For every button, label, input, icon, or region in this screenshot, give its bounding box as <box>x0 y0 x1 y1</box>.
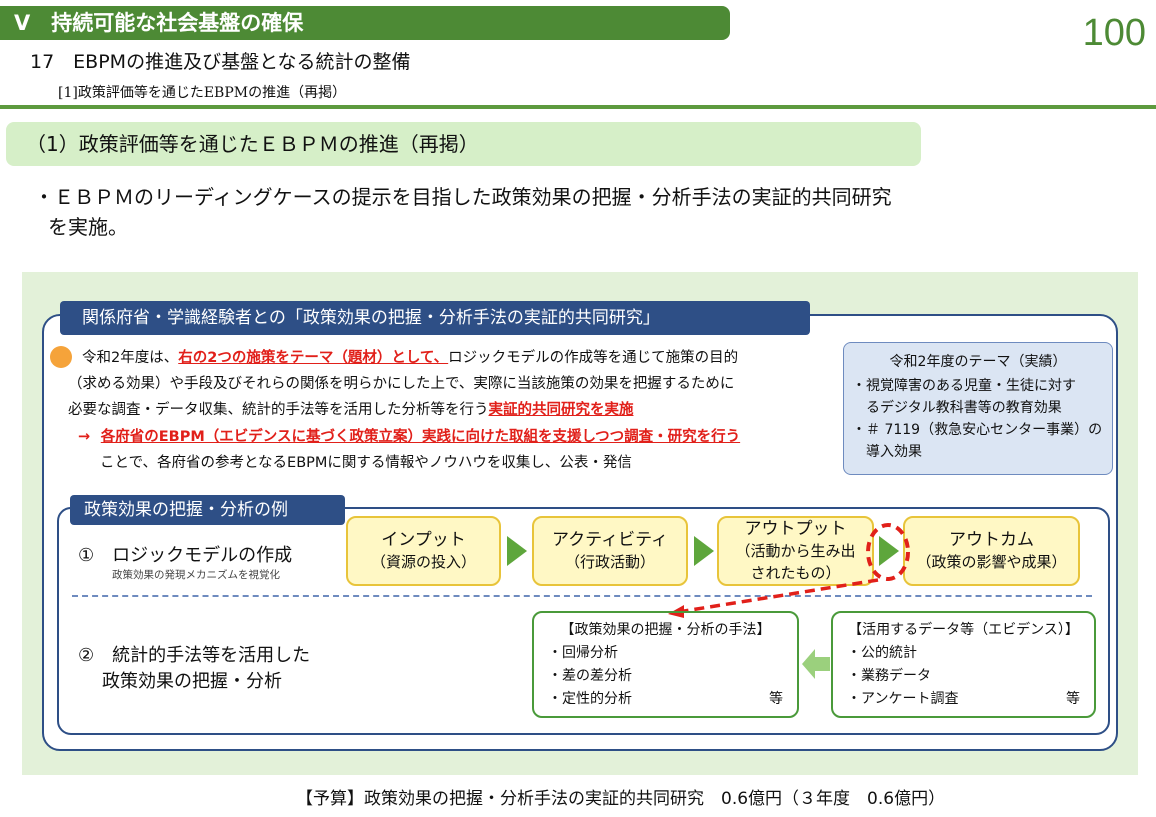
para-line-5: ことで、各府省の参考となるEBPMに関する情報やノウハウを収集し、公表・発信 <box>100 455 632 471</box>
theme-line: ・視覚障害のある児童・生徒に対す <box>852 378 1076 394</box>
outcome-link-arrow-icon <box>668 523 910 618</box>
data-title: 【活用するデータ等（エビデンス）】 <box>848 622 1079 638</box>
para-line-2: （求める効果）や手段及びそれらの関係を明らかにした上で、実際に当該施策の効果を把… <box>68 376 735 392</box>
left-arrow-icon <box>802 649 830 679</box>
logic-model-label: ① ロジックモデルの作成 <box>78 545 293 566</box>
methods-etc: 等 <box>769 691 783 707</box>
theme-line: ・＃ 7119（救急安心センター事業）の <box>852 422 1103 438</box>
section-divider <box>72 595 1092 597</box>
para-highlight: 各府省のEBPM（エビデンスに基づく政策立案）実践に向けた取組を支援しつつ調査・… <box>100 429 741 445</box>
subtitle: 17 EBPMの推進及び基盤となる統計の整備 <box>30 51 411 73</box>
para-line-4: → 各府省のEBPM（エビデンスに基づく政策立案）実践に向けた取組を支援しつつ調… <box>78 426 740 448</box>
research-box-title: 関係府省・学識経験者との「政策効果の把握・分析手法の実証的共同研究」 <box>60 301 810 335</box>
data-item: ・業務データ <box>847 668 931 684</box>
theme-line: るデジタル教科書等の教育効果 <box>852 400 1062 416</box>
methods-title: 【政策効果の把握・分析の手法】 <box>560 622 771 638</box>
page-number: 100 <box>1082 12 1146 54</box>
para-line-1: 令和2年度は、右の2つの施策をテーマ（題材）として、ロジックモデルの作成等を通じ… <box>82 347 738 369</box>
item2-line: 政策効果の把握・分析 <box>102 671 282 692</box>
bullet-dot-icon <box>50 346 72 368</box>
data-item-row: ・アンケート調査 等 <box>847 688 1080 711</box>
right-arrow-icon: → <box>78 429 91 445</box>
statistical-analysis-label: ② 統計的手法等を活用した 政策効果の把握・分析 <box>78 643 310 695</box>
data-item: ・公的統計 <box>847 645 917 661</box>
theme-title: 令和2年度のテーマ（実績） <box>889 354 1067 370</box>
methods-box: 【政策効果の把握・分析の手法】 ・回帰分析 ・差の差分析 ・定性的分析 等 <box>532 611 799 718</box>
logic-model-caption: 政策効果の発現メカニズムを視覚化 <box>112 569 280 581</box>
data-box: 【活用するデータ等（エビデンス）】 ・公的統計 ・業務データ ・アンケート調査 … <box>831 611 1096 718</box>
para-highlight: 右の2つの施策をテーマ（題材）として、 <box>178 350 449 366</box>
flow-arrow-icon <box>507 536 527 566</box>
methods-item: ・差の差分析 <box>548 668 632 684</box>
header-divider <box>0 105 1156 109</box>
para-line-3: 必要な調査・データ収集、統計的手法等を活用した分析等を行う実証的共同研究を実施 <box>68 399 634 421</box>
theme-line: 導入効果 <box>852 444 922 460</box>
flow-outcome-box: アウトカム （政策の影響や成果） <box>903 516 1080 586</box>
item2-line: ② 統計的手法等を活用した <box>78 645 311 666</box>
body-line: を実施。 <box>48 215 128 239</box>
body-text: ・ＥＢＰＭのリーディングケースの提示を目指した政策効果の把握・分析手法の実証的共… <box>34 182 1114 242</box>
flow-main: インプット <box>381 530 466 550</box>
theme-box: 令和2年度のテーマ（実績） ・視覚障害のある児童・生徒に対す るデジタル教科書等… <box>843 342 1113 475</box>
data-etc: 等 <box>1066 691 1080 707</box>
para-text: 令和2年度は、 <box>82 350 179 366</box>
sub-subtitle: [1]政策評価等を通じたEBPMの推進（再掲） <box>58 85 347 101</box>
para-highlight: 実証的共同研究を実施 <box>488 402 634 418</box>
budget-line: 【予算】政策効果の把握・分析手法の実証的共同研究 0.6億円（３年度 0.6億円… <box>296 789 946 809</box>
examples-box-title: 政策効果の把握・分析の例 <box>70 495 345 525</box>
body-line: ・ＥＢＰＭのリーディングケースの提示を目指した政策効果の把握・分析手法の実証的共… <box>34 185 892 209</box>
methods-item: ・回帰分析 <box>548 645 618 661</box>
flow-sub: （資源の投入） <box>370 553 476 571</box>
flow-input-box: インプット （資源の投入） <box>346 516 501 586</box>
flow-sub: （政策の影響や成果） <box>916 553 1067 571</box>
data-item: ・アンケート調査 <box>847 691 959 707</box>
para-text: 必要な調査・データ収集、統計的手法等を活用した分析等を行う <box>68 402 489 418</box>
para-text: ロジックモデルの作成等を通じて施策の目的 <box>448 350 739 366</box>
section-title-bar: Ⅴ 持続可能な社会基盤の確保 <box>0 6 730 40</box>
section-heading: （1）政策評価等を通じたＥＢＰＭの推進（再掲） <box>6 122 921 166</box>
methods-item: ・定性的分析 <box>548 691 632 707</box>
methods-item-row: ・定性的分析 等 <box>548 688 783 711</box>
flow-main: アウトカム <box>949 530 1034 550</box>
